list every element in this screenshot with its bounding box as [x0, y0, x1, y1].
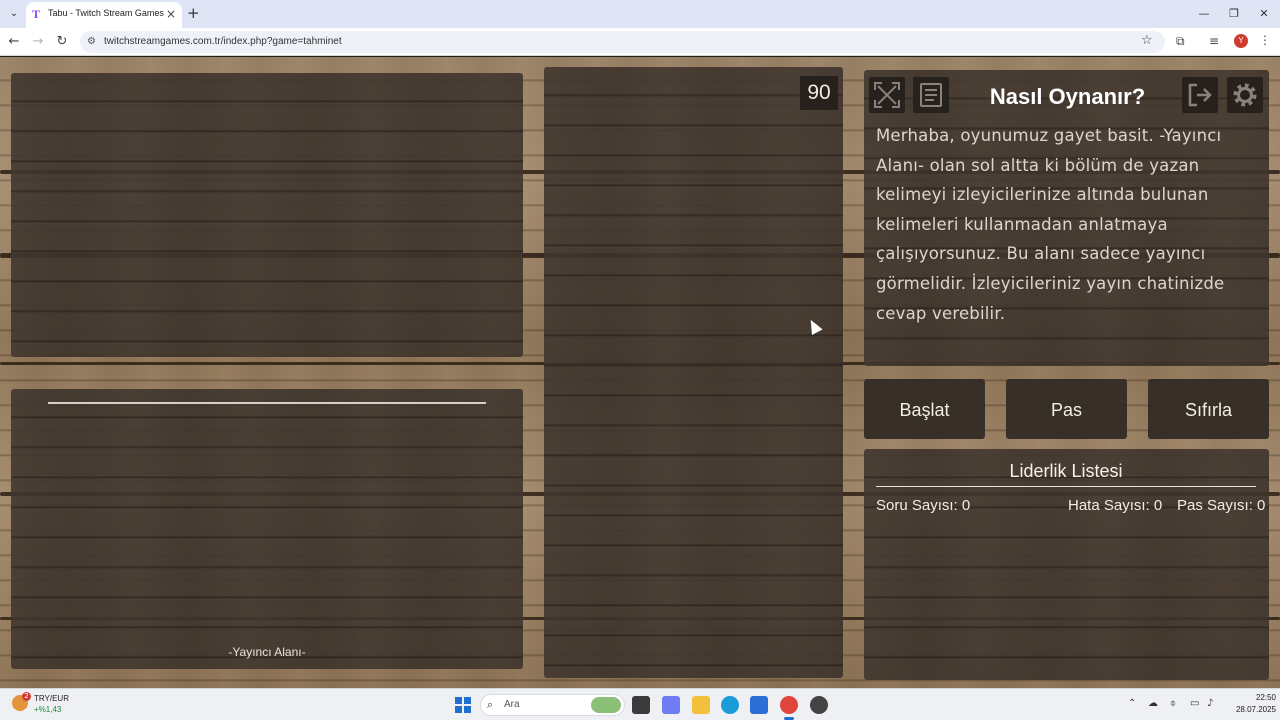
site-info-icon[interactable]: ⚙ [87, 35, 96, 49]
clock-time[interactable]: 22:50 [1240, 693, 1276, 702]
pass-button[interactable]: Pas [1006, 379, 1127, 439]
ticker-name[interactable]: TRY/EUR [34, 694, 69, 703]
leaderboard-panel [864, 449, 1269, 680]
back-icon[interactable]: ← [6, 34, 22, 50]
clock-date[interactable]: 28.07.2025 [1228, 705, 1276, 714]
file-explorer-icon[interactable] [692, 696, 710, 714]
edge-icon[interactable] [721, 696, 739, 714]
search-highlight-icon [591, 697, 621, 713]
word-panel [11, 73, 523, 357]
restore-icon[interactable]: ❐ [1226, 6, 1242, 22]
tab-search-icon[interactable]: ⌄ [6, 6, 22, 22]
url-field[interactable]: ⚙ twitchstreamgames.com.tr/index.php?gam… [80, 31, 1165, 53]
profile-avatar[interactable]: Y [1234, 34, 1248, 48]
microphone-icon[interactable]: ⌽ [1170, 698, 1176, 709]
extensions-icon[interactable]: ⧉ [1176, 34, 1185, 49]
how-to-play-title: Nasıl Oynanır? [989, 84, 1146, 109]
close-tab-icon[interactable]: × [166, 7, 176, 21]
task-view-icon[interactable] [632, 696, 650, 714]
minimize-icon[interactable]: — [1196, 6, 1212, 22]
bookmark-star-icon[interactable]: ☆ [1141, 33, 1153, 48]
question-count: Soru Sayısı: 0 [876, 497, 971, 514]
windows-start-icon[interactable] [455, 697, 471, 713]
search-icon: ⌕ [487, 698, 494, 711]
streamer-area-panel: -Yayıncı Alanı- [11, 389, 523, 669]
display-icon[interactable]: ▭ [1190, 698, 1199, 709]
app-icon[interactable] [810, 696, 828, 714]
settings-icon[interactable] [1227, 77, 1263, 113]
chrome-icon[interactable] [780, 696, 798, 714]
ticker-change: +%1,43 [34, 705, 62, 714]
browser-tab[interactable]: T Tabu - Twitch Stream Games × [26, 2, 182, 28]
leaderboard-divider [876, 486, 1256, 487]
exit-icon[interactable] [1182, 77, 1218, 113]
pass-count: Pas Sayısı: 0 [1177, 497, 1266, 514]
streamer-area-label: -Yayıncı Alanı- [228, 645, 306, 659]
fullscreen-icon[interactable] [869, 77, 905, 113]
timer: 90 [800, 76, 838, 110]
media-control-icon[interactable]: ≡ [1209, 34, 1219, 48]
close-window-icon[interactable]: ✕ [1256, 6, 1272, 22]
reset-button[interactable]: Sıfırla [1148, 379, 1269, 439]
volume-icon[interactable]: ♪ [1207, 698, 1213, 709]
start-button[interactable]: Başlat [864, 379, 985, 439]
new-tab-icon[interactable]: + [187, 5, 200, 21]
notes-icon[interactable] [913, 77, 949, 113]
leaderboard-title: Liderlik Listesi [1009, 461, 1123, 481]
url-text[interactable]: twitchstreamgames.com.tr/index.php?game=… [104, 36, 342, 47]
address-bar-row: ← → ↻ ⚙ twitchstreamgames.com.tr/index.p… [0, 28, 1280, 56]
tray-chevron-icon[interactable]: ⌃ [1128, 698, 1136, 709]
browser-menu-icon[interactable]: ⋮ [1259, 33, 1271, 47]
twitch-favicon-icon: T [32, 7, 41, 21]
error-count: Hata Sayısı: 0 [1068, 497, 1163, 514]
how-to-play-text: Merhaba, oyunumuz gayet basit. -Yayıncı … [876, 126, 1225, 323]
reload-icon[interactable]: ↻ [54, 34, 70, 50]
divider-line [48, 402, 486, 404]
onedrive-icon[interactable]: ☁ [1148, 698, 1158, 709]
notification-badge: 2 [22, 692, 31, 701]
browser-tab-bar: ⌄ T Tabu - Twitch Stream Games × + — ❐ ✕ [0, 0, 1280, 28]
windows-taskbar: 2 TRY/EUR +%1,43 ⌕ Ara ⌃ ☁ ⌽ ▭ ♪ 22:50 2… [0, 688, 1280, 720]
search-placeholder: Ara [504, 699, 520, 710]
forbidden-words-panel [544, 67, 843, 678]
tab-title: Tabu - Twitch Stream Games [48, 8, 164, 18]
copilot-icon[interactable] [662, 696, 680, 714]
store-icon[interactable] [750, 696, 768, 714]
taskbar-search-box[interactable]: ⌕ Ara [480, 694, 625, 716]
forward-icon[interactable]: → [30, 34, 46, 50]
